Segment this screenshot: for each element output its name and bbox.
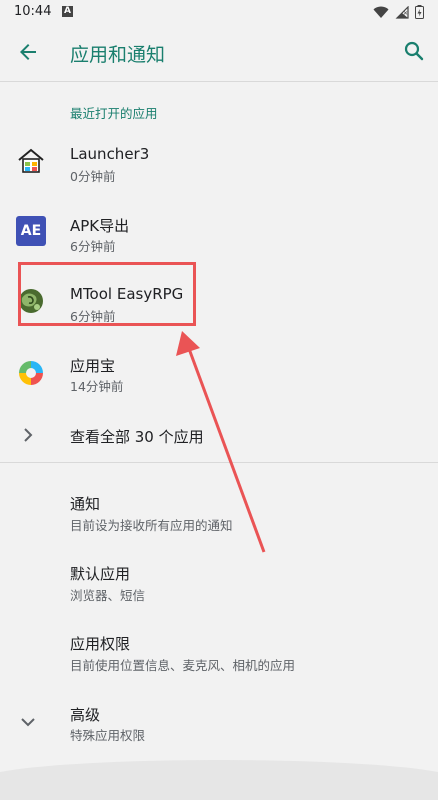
setting-subtitle: 浏览器、短信 [70,588,146,603]
setting-title: 应用权限 [70,635,131,653]
setting-title: 通知 [70,495,101,513]
svg-text:✕: ✕ [403,10,408,17]
app-name: 应用宝 [70,357,116,375]
settings-item-notifications[interactable]: 通知 目前设为接收所有应用的通知 [0,480,438,542]
settings-item-default-apps[interactable]: 默认应用 浏览器、短信 [0,550,438,612]
battery-icon [415,5,424,19]
setting-subtitle: 目前设为接收所有应用的通知 [70,518,233,533]
back-arrow-icon[interactable] [16,40,40,64]
settings-item-advanced[interactable]: 高级 特殊应用权限 [0,690,438,752]
notification-icon: A [62,6,73,17]
see-all-apps-item[interactable]: 查看全部 30 个应用 [0,410,438,460]
highlight-box [18,262,196,326]
recent-app-item[interactable]: 应用宝 14分钟前 [0,340,438,402]
page-title: 应用和通知 [70,44,166,66]
wifi-icon [373,6,389,18]
search-icon[interactable] [402,39,426,63]
section-divider [0,462,438,463]
yingyongbao-icon [19,361,43,385]
recent-app-item[interactable]: Launcher3 0分钟前 [0,130,438,192]
app-last-used: 0分钟前 [70,169,116,184]
chevron-down-icon [21,718,35,727]
status-icons: ✕ [373,5,424,19]
recent-app-item[interactable]: AE APK导出 6分钟前 [0,200,438,262]
app-bar: 应用和通知 [0,24,438,80]
status-bar: 10:44 A ✕ [0,0,438,24]
setting-title: 默认应用 [70,565,131,583]
ae-icon: AE [16,216,46,246]
recent-apps-header: 最近打开的应用 [70,106,158,121]
bottom-edge [0,760,438,800]
app-last-used: 6分钟前 [70,239,116,254]
launcher-house-icon [18,148,44,173]
settings-item-app-permissions[interactable]: 应用权限 目前使用位置信息、麦克风、相机的应用 [0,620,438,682]
app-name: Launcher3 [70,145,150,163]
chevron-right-icon [24,428,33,442]
app-name: APK导出 [70,217,130,235]
setting-title: 高级 [70,706,101,724]
setting-subtitle: 特殊应用权限 [70,728,146,743]
setting-subtitle: 目前使用位置信息、麦克风、相机的应用 [70,658,296,673]
see-all-label: 查看全部 30 个应用 [70,428,204,446]
status-time: 10:44 [14,4,52,19]
app-bar-divider [0,81,438,82]
app-last-used: 14分钟前 [70,379,124,394]
signal-icon: ✕ [395,5,409,19]
